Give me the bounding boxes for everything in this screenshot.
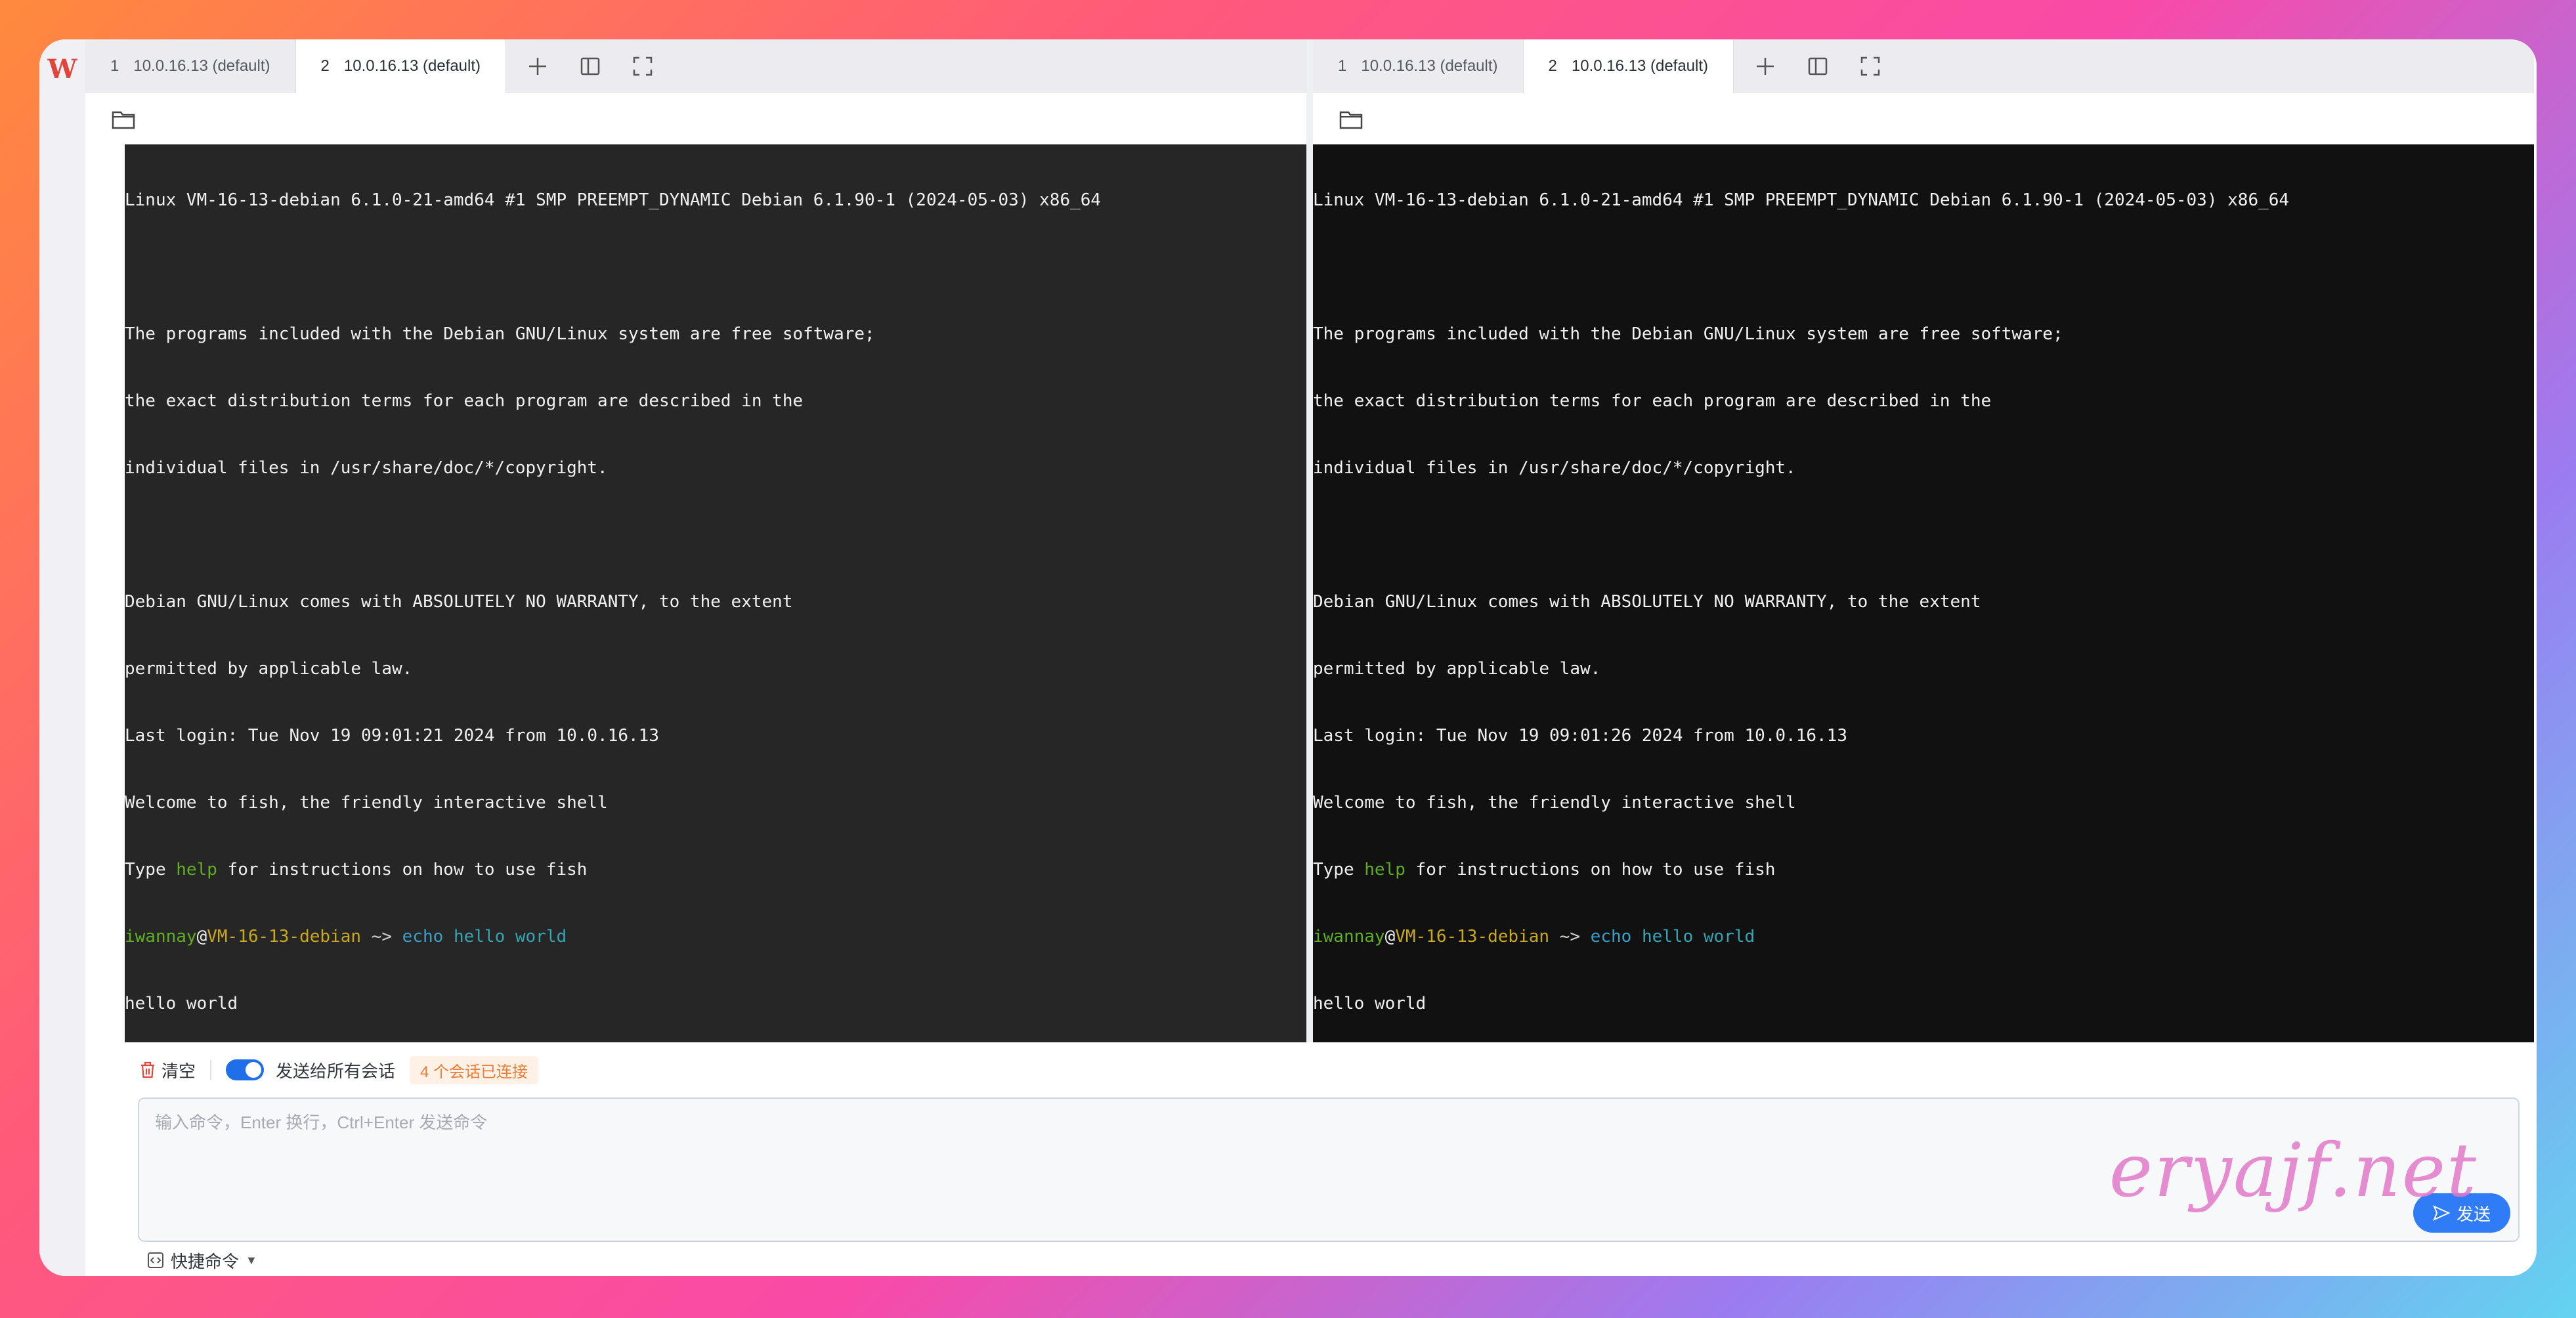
tab-number: 2 — [1548, 57, 1557, 75]
text-span: Type — [1313, 860, 1365, 880]
new-tab-button[interactable] — [518, 47, 557, 86]
text-span: for instructions on how to use fish — [1405, 860, 1776, 880]
text-span: Type — [125, 860, 177, 880]
watermark: eryajf.net — [2109, 1128, 2478, 1214]
fullscreen-icon — [1860, 56, 1880, 76]
terminal-line: hello world — [125, 994, 238, 1013]
terminal-line: Last login: Tue Nov 19 09:01:26 2024 fro… — [1313, 726, 1847, 746]
pane-toolbar — [1313, 93, 2534, 146]
tab-label: 10.0.16.13 (default) — [1571, 57, 1709, 75]
terminal-line: the exact distribution terms for each pr… — [125, 391, 804, 411]
fullscreen-button[interactable] — [623, 47, 662, 86]
tab-label: 10.0.16.13 (default) — [343, 57, 481, 75]
tab-bar: 1 10.0.16.13 (default) 2 10.0.16.13 (def… — [1313, 39, 2534, 93]
terminal-line: permitted by applicable law. — [1313, 659, 1601, 679]
sessions-badge: 4 个会话已连接 — [410, 1055, 539, 1084]
left-rail: W — [39, 39, 85, 1276]
caret-down-icon: ▼ — [246, 1253, 257, 1267]
command-name: echo — [402, 927, 444, 946]
terminal-output[interactable]: Linux VM-16-13-debian 6.1.0-21-amd64 #1 … — [125, 144, 1306, 1042]
terminal-line: Type help for instructions on how to use… — [1313, 859, 2534, 881]
terminal-line: Welcome to fish, the friendly interactiv… — [1313, 793, 1796, 813]
split-view-icon — [580, 57, 600, 75]
broadcast-toggle[interactable] — [226, 1059, 265, 1080]
tab-number: 1 — [110, 57, 119, 75]
terminal-line: Welcome to fish, the friendly interactiv… — [125, 793, 608, 813]
terminal-line: Debian GNU/Linux comes with ABSOLUTELY N… — [125, 592, 793, 612]
terminal-pane-right: 1 10.0.16.13 (default) 2 10.0.16.13 (def… — [1313, 39, 2534, 1042]
session-tab-1[interactable]: 1 10.0.16.13 (default) — [85, 39, 296, 93]
session-tab-2[interactable]: 2 10.0.16.13 (default) — [295, 39, 507, 93]
broadcast-label: 发送给所有会话 — [276, 1061, 396, 1081]
terminal-output[interactable]: Linux VM-16-13-debian 6.1.0-21-amd64 #1 … — [1313, 144, 2534, 1042]
split-pane-button[interactable] — [570, 47, 610, 86]
tab-bar: 1 10.0.16.13 (default) 2 10.0.16.13 (def… — [85, 39, 1306, 93]
plus-icon — [1757, 58, 1774, 75]
terminal-line: Linux VM-16-13-debian 6.1.0-21-amd64 #1 … — [125, 190, 1102, 210]
folder-icon — [112, 111, 135, 129]
prompt-host: VM-16-13-debian — [207, 927, 362, 946]
new-tab-button[interactable] — [1746, 47, 1785, 86]
tab-label: 10.0.16.13 (default) — [1361, 57, 1498, 75]
terminal-pane-left: 1 10.0.16.13 (default) 2 10.0.16.13 (def… — [85, 39, 1306, 1042]
command-name: echo — [1590, 927, 1632, 946]
quick-commands-label: 快捷命令 — [171, 1251, 240, 1271]
help-keyword: help — [176, 860, 217, 880]
file-browser-button[interactable] — [1338, 106, 1364, 133]
prompt-tail: ~> — [1549, 927, 1591, 946]
text-span: for instructions on how to use fish — [217, 860, 588, 880]
file-browser-button[interactable] — [110, 106, 137, 133]
terminal-line: The programs included with the Debian GN… — [125, 324, 875, 344]
terminal-line: Linux VM-16-13-debian 6.1.0-21-amd64 #1 … — [1313, 190, 2290, 210]
trash-icon — [141, 1061, 154, 1078]
terminal-line: Debian GNU/Linux comes with ABSOLUTELY N… — [1313, 592, 1981, 612]
pane-splitter[interactable] — [1306, 39, 1313, 1042]
terminal-line: The programs included with the Debian GN… — [1313, 324, 2063, 344]
prompt-tail: ~> — [361, 927, 402, 946]
terminal-line: individual files in /usr/share/doc/*/cop… — [125, 458, 608, 478]
help-keyword: help — [1364, 860, 1406, 880]
code-snippet-icon — [148, 1252, 163, 1268]
tab-label: 10.0.16.13 (default) — [133, 57, 270, 75]
prompt-user: iwannay — [1313, 927, 1385, 946]
clear-button[interactable]: 清空 — [139, 1058, 196, 1082]
prompt-at: @ — [1385, 927, 1396, 946]
fullscreen-button[interactable] — [1851, 47, 1890, 86]
session-tab-1[interactable]: 1 10.0.16.13 (default) — [1313, 39, 1524, 93]
quick-commands-button[interactable]: 快捷命令 ▼ — [147, 1248, 257, 1272]
plus-icon — [529, 58, 547, 75]
terminal-line: individual files in /usr/share/doc/*/cop… — [1313, 458, 1796, 478]
split-view-icon — [1808, 57, 1828, 75]
prompt-host: VM-16-13-debian — [1395, 927, 1550, 946]
pane-toolbar — [85, 93, 1306, 146]
tab-number: 2 — [320, 57, 330, 75]
prompt-line: iwannay@VM-16-13-debian ~> echo hello wo… — [1313, 925, 2534, 948]
terminal-line: Last login: Tue Nov 19 09:01:21 2024 fro… — [125, 726, 659, 746]
terminal-line: the exact distribution terms for each pr… — [1313, 391, 1992, 411]
split-pane-button[interactable] — [1798, 47, 1837, 86]
divider — [210, 1060, 212, 1080]
tab-number: 1 — [1338, 57, 1347, 75]
command-args: hello world — [1631, 927, 1755, 946]
terminal-line: hello world — [1313, 994, 1427, 1013]
terminal-line: permitted by applicable law. — [125, 659, 413, 679]
session-tab-2[interactable]: 2 10.0.16.13 (default) — [1523, 39, 1734, 93]
broadcast-controls: 清空 发送给所有会话 4 个会话已连接 — [139, 1055, 539, 1084]
prompt-user: iwannay — [125, 927, 197, 946]
folder-icon — [1339, 111, 1363, 129]
app-window: W 1 10.0.16.13 (default) 2 10.0.16.13 (d… — [39, 39, 2537, 1276]
app-logo: W — [47, 53, 77, 85]
command-args: hello world — [443, 927, 567, 946]
clear-label: 清空 — [161, 1061, 196, 1081]
prompt-at: @ — [196, 927, 207, 946]
terminal-line: Type help for instructions on how to use… — [125, 859, 1306, 881]
fullscreen-icon — [633, 56, 653, 76]
prompt-line: iwannay@VM-16-13-debian ~> echo hello wo… — [125, 925, 1306, 948]
